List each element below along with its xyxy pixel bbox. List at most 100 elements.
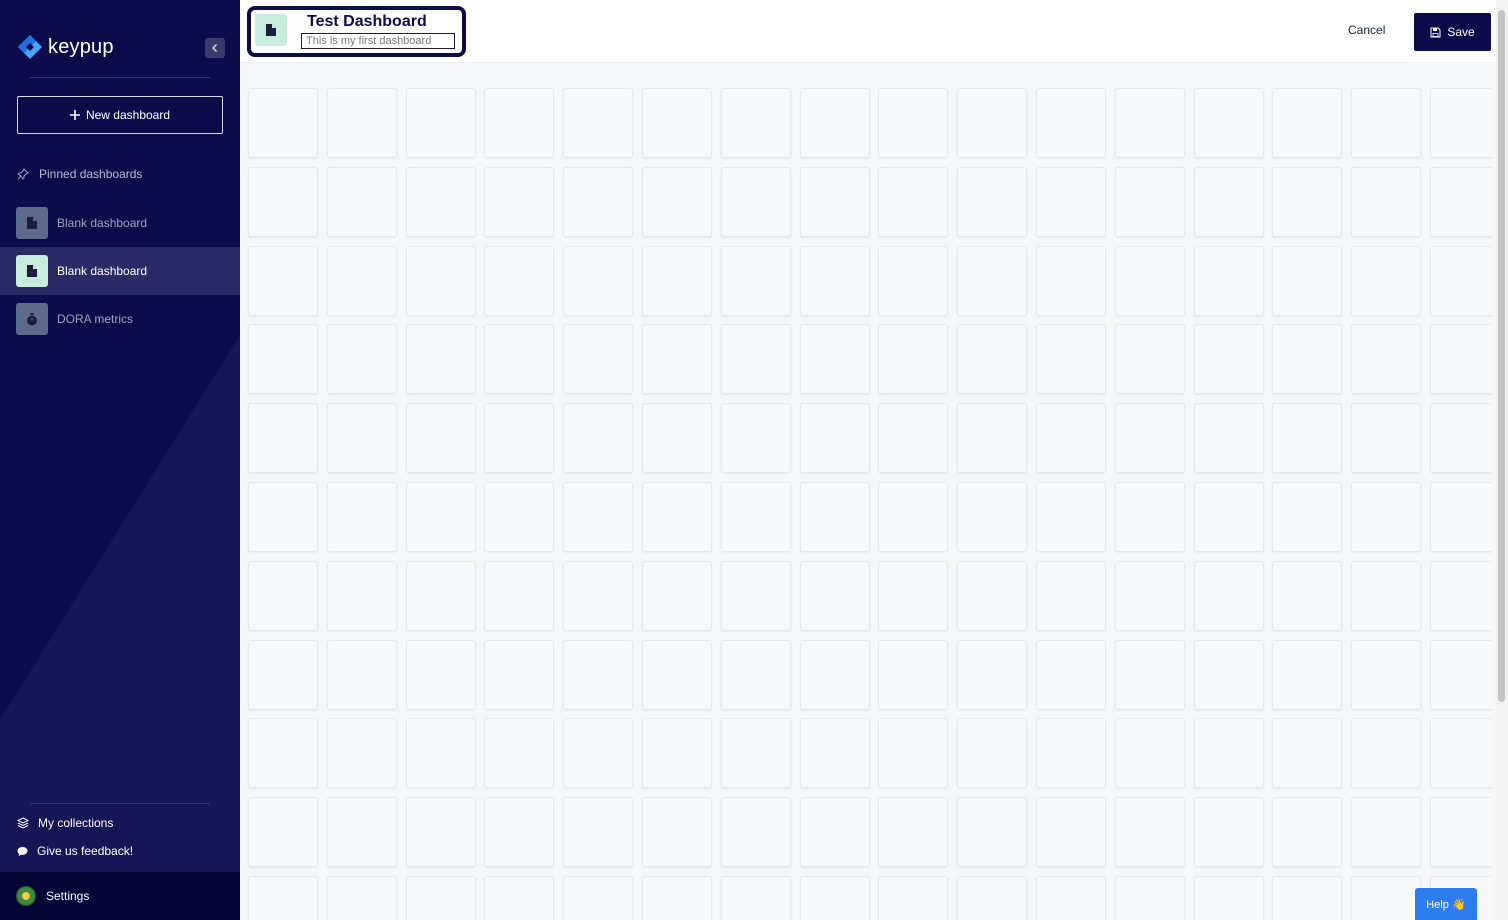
collapse-sidebar-button[interactable]: [205, 38, 225, 58]
sidebar-item-label: Blank dashboard: [57, 216, 148, 230]
grid-cell: [405, 797, 476, 868]
grid-cell: [1272, 324, 1343, 395]
grid-cell: [1351, 876, 1422, 920]
grid-cell: [1114, 639, 1185, 710]
grid-cell: [720, 639, 791, 710]
grid-cell: [1114, 403, 1185, 474]
grid-cell: [642, 166, 712, 237]
pinned-dashboards-label: Pinned dashboards: [39, 167, 143, 181]
grid-cell: [405, 560, 476, 631]
grid-cell: [484, 639, 555, 710]
grid-cell: [957, 718, 1028, 789]
grid-cell: [563, 560, 634, 631]
grid-cell: [326, 166, 397, 237]
floppy-disk-icon: [1430, 27, 1441, 37]
grid-cell: [563, 876, 634, 920]
grid-cell: [1430, 166, 1492, 237]
give-feedback-link[interactable]: Give us feedback!: [17, 844, 133, 858]
sidebar-item-label: Blank dashboard: [57, 264, 148, 278]
grid-cell: [799, 482, 870, 552]
grid-cell: [1036, 639, 1106, 710]
grid-cell: [405, 166, 476, 237]
save-button[interactable]: Save: [1414, 13, 1491, 51]
help-button[interactable]: Help 👋: [1415, 888, 1477, 920]
grid-cell: [484, 718, 555, 789]
grid-cell: [326, 88, 397, 158]
grid-cell: [878, 403, 949, 474]
grid-cell: [799, 324, 870, 395]
grid-cell: [405, 876, 476, 920]
grid-cell: [1193, 718, 1264, 789]
grid-cell: [1114, 166, 1185, 237]
grid-cell: [957, 797, 1028, 868]
grid-cell: [1430, 324, 1492, 395]
grid-cell: [1036, 797, 1106, 868]
pinned-dashboards-heading: Pinned dashboards: [17, 167, 142, 181]
grid-cell: [1430, 482, 1492, 552]
grid-cell: [484, 166, 555, 237]
grid-cell: [799, 639, 870, 710]
grid-cell: [878, 797, 949, 868]
grid-cell: [248, 718, 318, 789]
grid-cell: [1430, 245, 1492, 316]
my-collections-link[interactable]: My collections: [17, 816, 113, 830]
grid-cell: [1193, 88, 1264, 158]
scrollbar-thumb[interactable]: [1498, 10, 1505, 702]
grid-cell: [878, 482, 949, 552]
help-label: Help 👋: [1426, 898, 1466, 911]
grid-cell: [1272, 482, 1343, 552]
sidebar-item-blank-dashboard[interactable]: Blank dashboard: [0, 199, 240, 247]
grid-cell: [642, 876, 712, 920]
sidebar: keypup New dashboard Pinned dashboards B…: [0, 0, 240, 920]
grid-cell: [799, 88, 870, 158]
grid-cell: [248, 245, 318, 316]
grid-cell: [1351, 403, 1422, 474]
grid-cell: [1430, 797, 1492, 868]
grid-cell: [720, 718, 791, 789]
sidebar-item-dora-metrics[interactable]: DORA metrics: [0, 295, 240, 343]
grid-cell: [720, 324, 791, 395]
plus-icon: [69, 110, 80, 120]
dashboard-title[interactable]: Test Dashboard: [307, 13, 427, 31]
grid-cell: [563, 718, 634, 789]
grid-cell: [799, 403, 870, 474]
grid-cell: [799, 876, 870, 920]
grid-cell: [484, 560, 555, 631]
grid-cell: [1193, 797, 1264, 868]
keypup-logo[interactable]: keypup: [16, 33, 114, 61]
new-dashboard-button[interactable]: New dashboard: [17, 96, 223, 134]
grid-cell: [1351, 639, 1422, 710]
grid-cell: [1272, 245, 1343, 316]
grid-cell: [720, 876, 791, 920]
grid-cell: [957, 324, 1028, 395]
grid-cell: [1114, 797, 1185, 868]
grid-cell: [1036, 403, 1106, 474]
grid-cell: [1430, 403, 1492, 474]
grid-cell: [405, 639, 476, 710]
grid-cell: [799, 797, 870, 868]
document-icon[interactable]: [255, 14, 287, 46]
grid-cell: [405, 403, 476, 474]
avatar: [16, 886, 36, 906]
grid-cell: [720, 166, 791, 237]
grid-cell: [326, 324, 397, 395]
grid-cell: [1036, 876, 1106, 920]
dashboard-description-input[interactable]: [301, 33, 455, 49]
my-collections-label: My collections: [38, 816, 114, 830]
grid-cell: [957, 245, 1028, 316]
grid-cell: [720, 560, 791, 631]
grid-cell: [1351, 166, 1422, 237]
grid-cell: [1272, 166, 1343, 237]
sidebar-item-blank-dashboard-active[interactable]: Blank dashboard: [0, 247, 240, 295]
grid-cell: [1272, 560, 1343, 631]
grid-cell: [878, 166, 949, 237]
grid-cell: [642, 88, 712, 158]
grid-cell: [878, 560, 949, 631]
settings-link[interactable]: Settings: [0, 872, 240, 920]
cancel-button[interactable]: Cancel: [1348, 23, 1385, 37]
grid-cell: [1193, 482, 1264, 552]
grid-cell: [484, 403, 555, 474]
dashboard-grid[interactable]: [240, 64, 1492, 920]
grid-cell: [957, 88, 1028, 158]
grid-cell: [1036, 718, 1106, 789]
